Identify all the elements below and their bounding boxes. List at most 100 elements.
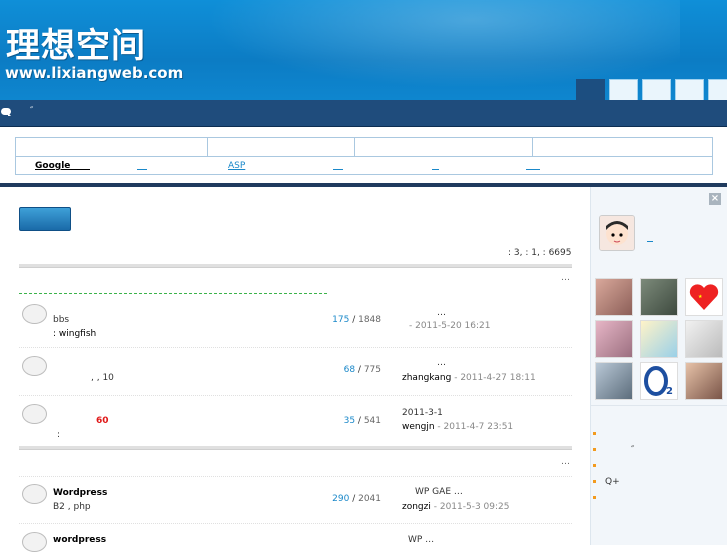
sidebar-item[interactable]: Q+ — [593, 475, 723, 491]
thread-title[interactable]: Wordpress — [53, 488, 107, 498]
last-post-meta: zongzi - 2011-5-3 09:25 — [402, 502, 510, 512]
view-count: 775 — [363, 365, 381, 375]
more-link[interactable]: … — [561, 457, 570, 467]
username-link[interactable] — [647, 233, 653, 242]
member-avatar[interactable] — [685, 320, 723, 358]
last-post-meta: - 2011-5-20 16:21 — [409, 321, 490, 331]
svg-text:★: ★ — [698, 294, 703, 300]
thread-icon — [22, 484, 47, 504]
thread-icon — [22, 404, 47, 424]
last-post-time: - 2011-5-20 16:21 — [409, 321, 491, 331]
site-logo[interactable]: 理想空间 — [6, 18, 146, 67]
section-separator — [19, 264, 572, 268]
theme-tab-5[interactable] — [708, 79, 727, 100]
thread-icon — [22, 304, 47, 324]
sidebar-item-label: ″ — [631, 445, 635, 455]
heart-flag-icon: ★ — [689, 284, 719, 310]
sidebar-list: ″ Q+ — [593, 427, 723, 507]
link-underline[interactable] — [526, 169, 540, 170]
sidebar: × ★ 2 ″ Q+ — [590, 187, 727, 545]
thread-desc: : — [57, 430, 61, 440]
svg-text:2: 2 — [666, 386, 673, 397]
avatar-face-icon — [600, 216, 634, 250]
theme-tab-2[interactable] — [609, 79, 638, 100]
last-post-time: - 2011-4-7 23:51 — [434, 422, 514, 432]
link-cell — [532, 138, 712, 156]
more-link[interactable]: … — [561, 273, 570, 283]
thread-row[interactable]: 60 : 35 / 541 2011-3-1 wengjn - 2011-4-7… — [19, 396, 572, 444]
last-post-title[interactable]: WP GAE … — [415, 487, 463, 497]
site-url[interactable]: www.lixiangweb.com — [5, 64, 183, 82]
reply-count: 68 — [343, 365, 356, 375]
reply-count: 35 — [343, 416, 356, 426]
link-cell — [16, 138, 208, 156]
new-post-button[interactable] — [19, 207, 71, 231]
member-avatar[interactable] — [640, 320, 678, 358]
user-avatar[interactable] — [599, 215, 635, 251]
thread-row[interactable]: bbs : wingfish 175 / 1848 … - 2011-5-20 … — [19, 296, 572, 348]
link-google[interactable]: Google — [35, 161, 70, 171]
bullet-icon — [593, 448, 596, 451]
last-post-time: - 2011-4-27 18:11 — [451, 373, 536, 383]
sidebar-item[interactable] — [593, 459, 723, 475]
theme-tab-1[interactable] — [576, 79, 605, 100]
bullet-icon — [593, 432, 596, 435]
sidebar-divider — [591, 405, 727, 406]
thread-icon — [22, 532, 47, 552]
link-underline — [70, 169, 90, 170]
last-poster[interactable]: zongzi — [402, 502, 431, 512]
thread-counts: 35 / 541 — [343, 416, 381, 426]
member-avatar[interactable] — [595, 278, 633, 316]
bullet-icon — [593, 496, 596, 499]
last-post-title[interactable]: … — [437, 308, 446, 318]
last-post-title[interactable]: 2011-3-1 — [402, 408, 443, 418]
last-poster[interactable]: zhangkang — [402, 373, 451, 383]
link-underline[interactable] — [432, 169, 439, 170]
row-divider — [19, 476, 572, 477]
thread-title[interactable]: wordpress — [53, 535, 106, 545]
last-poster[interactable]: wengjn — [402, 422, 435, 432]
reply-count: 290 — [332, 494, 350, 504]
link-asp[interactable]: ASP — [228, 161, 245, 171]
thread-author[interactable]: : wingfish — [53, 329, 96, 339]
view-count: 2041 — [358, 494, 381, 504]
view-count: 1848 — [358, 315, 381, 325]
section-underline — [19, 293, 327, 294]
sidebar-item[interactable] — [593, 427, 723, 443]
nav-marquee: ″ — [30, 106, 34, 116]
sidebar-item-label: Q+ — [605, 477, 620, 487]
close-icon[interactable]: × — [709, 193, 721, 205]
link-cell — [207, 138, 355, 156]
bullet-icon — [593, 464, 596, 467]
member-avatar[interactable] — [640, 278, 678, 316]
member-avatar[interactable]: 2 — [640, 362, 678, 400]
chat-bubble-icon[interactable] — [1, 108, 11, 116]
member-avatar[interactable] — [685, 362, 723, 400]
forum-stats: : 3, : 1, : 6695 — [508, 248, 572, 258]
link-underline[interactable] — [333, 169, 343, 170]
last-post-time: - 2011-5-3 09:25 — [430, 502, 510, 512]
theme-tab-3[interactable] — [642, 79, 671, 100]
thread-desc: , , 10 — [91, 373, 114, 383]
member-avatar[interactable] — [595, 362, 633, 400]
member-avatar[interactable]: ★ — [685, 278, 723, 316]
last-post-title[interactable]: … — [437, 358, 446, 368]
thread-row[interactable]: Wordpress B2 , php 290 / 2041 WP GAE … z… — [19, 476, 572, 524]
nav-bar: ″ — [0, 100, 727, 127]
friend-links: Google ASP — [15, 137, 713, 175]
link-cell — [354, 138, 533, 156]
member-avatars: ★ 2 — [595, 278, 723, 400]
last-post-title[interactable]: WP … — [408, 535, 434, 545]
sidebar-item[interactable]: ″ — [593, 443, 723, 459]
link-underline[interactable] — [137, 169, 147, 170]
thread-row[interactable]: wordpress WP … — [19, 524, 572, 552]
last-post-meta: wengjn - 2011-4-7 23:51 — [402, 422, 513, 432]
thread-title[interactable]: 60 — [96, 416, 109, 426]
thread-row[interactable]: , , 10 68 / 775 … zhangkang - 2011-4-27 … — [19, 348, 572, 396]
sidebar-item[interactable] — [593, 491, 723, 507]
link-cells — [16, 138, 712, 157]
member-avatar[interactable] — [595, 320, 633, 358]
theme-tab-4[interactable] — [675, 79, 704, 100]
thread-counts: 290 / 2041 — [332, 494, 381, 504]
thread-counts: 175 / 1848 — [332, 315, 381, 325]
